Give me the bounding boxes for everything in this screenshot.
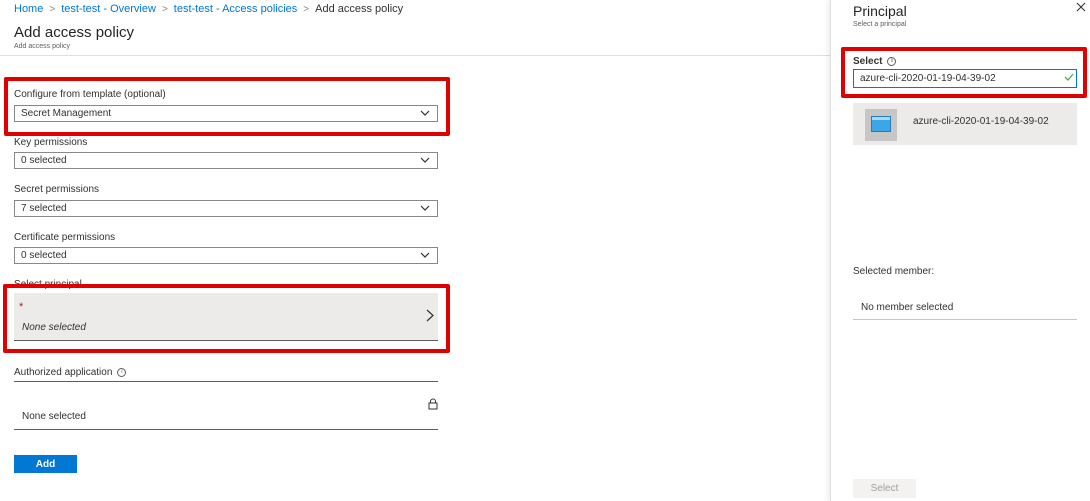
title-divider [0, 55, 830, 56]
member-divider [853, 319, 1077, 320]
panel-title: Principal [853, 3, 907, 19]
select-button[interactable]: Select [853, 479, 916, 498]
select-principal-value: None selected [22, 322, 86, 333]
authorized-application-label: Authorized application i [14, 367, 127, 378]
authorized-application-top-line [14, 381, 438, 382]
breadcrumb-separator-icon: > [303, 3, 310, 15]
key-permissions-dropdown[interactable]: 0 selected [14, 152, 438, 169]
page-subtitle: Add access policy [14, 43, 71, 50]
secret-permissions-value: 7 selected [21, 203, 67, 214]
panel-select-label: Select i [853, 56, 897, 67]
chevron-down-icon [420, 252, 430, 258]
principal-search-input[interactable] [853, 69, 1077, 88]
chevron-right-icon [426, 309, 434, 322]
required-marker: * [19, 301, 24, 313]
page-title: Add access policy [14, 24, 135, 41]
panel-subtitle: Select a principal [853, 21, 907, 28]
authorized-application-value: None selected [22, 411, 86, 422]
template-dropdown-value: Secret Management [21, 108, 112, 119]
select-principal-button[interactable]: * None selected [14, 293, 438, 341]
info-icon[interactable]: i [117, 367, 127, 377]
select-principal-label: Select principal [14, 279, 82, 290]
lock-icon [428, 398, 438, 410]
breadcrumb-access-policies[interactable]: test-test - Access policies [174, 3, 298, 15]
breadcrumb-current: Add access policy [315, 3, 404, 15]
breadcrumb-home[interactable]: Home [14, 3, 43, 15]
certificate-permissions-value: 0 selected [21, 250, 67, 261]
breadcrumb: Home > test-test - Overview > test-test … [14, 3, 403, 15]
chevron-down-icon [420, 110, 430, 116]
breadcrumb-separator-icon: > [49, 3, 56, 15]
selected-member-label: Selected member: [853, 266, 935, 277]
secret-permissions-label: Secret permissions [14, 184, 100, 195]
add-button[interactable]: Add [14, 455, 77, 473]
principal-result-item[interactable]: azure-cli-2020-01-19-04-39-02 [853, 103, 1077, 145]
breadcrumb-separator-icon: > [161, 3, 168, 15]
authorized-application-text: Authorized application [14, 367, 113, 378]
chevron-down-icon [420, 157, 430, 163]
key-permissions-value: 0 selected [21, 155, 67, 166]
template-dropdown[interactable]: Secret Management [14, 105, 438, 122]
app-icon [865, 109, 897, 141]
principal-panel: Principal Select a principal Select i azu… [830, 0, 1090, 501]
principal-result-name: azure-cli-2020-01-19-04-39-02 [913, 116, 1049, 127]
chevron-down-icon [420, 205, 430, 211]
breadcrumb-overview[interactable]: test-test - Overview [61, 3, 156, 15]
panel-select-label-text: Select [853, 56, 883, 67]
authorized-application-bottom-line [14, 429, 438, 430]
secret-permissions-dropdown[interactable]: 7 selected [14, 200, 438, 217]
no-member-text: No member selected [861, 302, 954, 313]
certificate-permissions-dropdown[interactable]: 0 selected [14, 247, 438, 264]
template-label: Configure from template (optional) [14, 89, 166, 100]
key-permissions-label: Key permissions [14, 137, 88, 148]
info-icon[interactable]: i [887, 56, 897, 66]
close-icon[interactable] [1074, 0, 1088, 14]
certificate-permissions-label: Certificate permissions [14, 232, 116, 243]
